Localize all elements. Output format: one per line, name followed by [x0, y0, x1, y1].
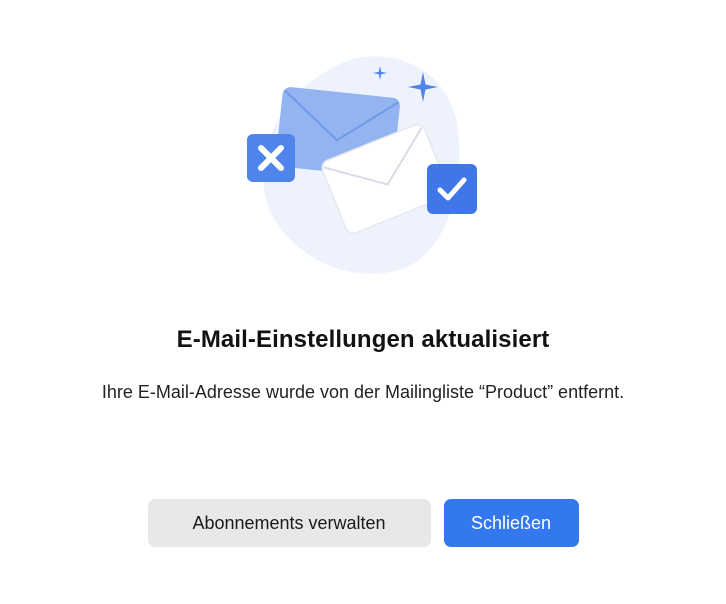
manage-subscriptions-button[interactable]: Abonnements verwalten [147, 499, 431, 547]
checkmark-icon [427, 164, 477, 214]
dialog-title: E-Mail-Einstellungen aktualisiert [176, 326, 550, 353]
email-settings-dialog: E-Mail-Einstellungen aktualisiert Ihre E… [0, 0, 726, 604]
dialog-message: Ihre E-Mail-Adresse wurde von der Mailin… [101, 382, 625, 402]
close-icon [247, 134, 295, 182]
close-button[interactable]: Schließen [443, 499, 579, 547]
dialog-actions: Abonnements verwalten Schließen [0, 499, 726, 547]
email-illustration [240, 50, 490, 280]
